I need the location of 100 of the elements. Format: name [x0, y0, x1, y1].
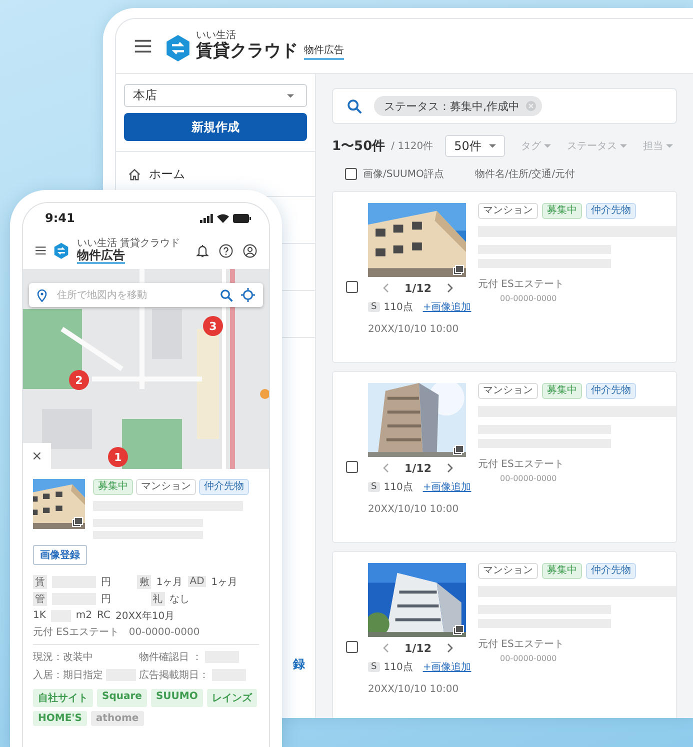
gallery-icon — [453, 445, 464, 455]
store-select[interactable]: 本店 — [124, 84, 307, 107]
rent-label: 賃 — [33, 574, 47, 588]
checkbox[interactable] — [346, 281, 358, 293]
add-image-link[interactable]: +画像追加 — [422, 480, 472, 494]
tag: 仲介先物 — [199, 479, 249, 495]
search-icon[interactable] — [347, 98, 362, 114]
product-name: 物件広告 — [76, 248, 125, 264]
chevron-right-icon[interactable] — [447, 643, 454, 653]
caret-icon — [666, 144, 674, 148]
deposit-value: 1ヶ月 — [156, 576, 183, 588]
tag: マンション — [478, 203, 538, 219]
unit: 円 — [101, 592, 111, 606]
caret-icon — [287, 94, 294, 98]
page-counter: 1/12 — [404, 282, 432, 294]
logo-icon — [166, 35, 190, 62]
field-label: 物件確認日 ： — [139, 650, 202, 664]
page-counter: 1/12 — [404, 462, 432, 474]
home-icon — [128, 168, 141, 180]
image-register-button[interactable]: 画像登録 — [33, 545, 87, 565]
search-icon[interactable] — [220, 288, 233, 302]
result-range: 1〜50件 — [332, 138, 386, 155]
close-button[interactable]: × — [23, 443, 51, 469]
agent-phone: 00-0000-0000 — [500, 474, 558, 483]
condition: 現況：改装中 — [33, 650, 93, 664]
ad-label: AD — [188, 576, 206, 587]
locate-icon[interactable] — [241, 288, 255, 302]
key-money-label: 礼 — [150, 592, 165, 606]
caret-icon — [544, 144, 552, 148]
map-search-field[interactable]: 住所で地図内を移動 — [29, 283, 263, 307]
select-all-checkbox[interactable] — [345, 168, 357, 180]
tag: 募集中 — [93, 479, 133, 495]
add-image-link[interactable]: +画像追加 — [422, 660, 472, 674]
gallery-icon — [453, 265, 464, 275]
search-input[interactable]: 住所で地図内を移動 — [55, 288, 212, 302]
chevron-right-icon[interactable] — [447, 463, 454, 473]
checkbox[interactable] — [346, 641, 358, 653]
management-label: 管 — [33, 592, 47, 606]
chevron-right-icon[interactable] — [447, 283, 454, 293]
signal-icon — [200, 214, 213, 222]
agent-phone: 00-0000-0000 — [500, 654, 558, 663]
unit: 円 — [101, 576, 111, 588]
filter-chip[interactable]: ステータス：募集中,作成中 — [374, 96, 542, 116]
result-total: / 1120件 — [391, 140, 434, 153]
portal-tag[interactable]: レインズ — [206, 689, 257, 707]
field-label: 広告掲載期日： — [139, 668, 209, 682]
status-time: 9:41 — [45, 211, 75, 225]
add-image-link[interactable]: +画像追加 — [422, 300, 472, 314]
portal-tag[interactable]: Square — [97, 689, 147, 707]
tag: マンション — [478, 563, 538, 579]
agent-phone: 00-0000-0000 — [128, 626, 200, 638]
caret-icon — [489, 144, 496, 148]
score-grade: S — [368, 662, 380, 672]
score: 110点 — [384, 660, 413, 674]
score-grade: S — [368, 482, 380, 492]
help-icon[interactable] — [219, 244, 233, 258]
portal-tag[interactable]: 自社サイト — [33, 689, 93, 707]
checkbox[interactable] — [346, 461, 358, 473]
agent-name: 元付 ESエステート — [478, 278, 565, 291]
brand-subtitle: いい生活 — [196, 30, 237, 42]
agent-name: 元付 ESエステート — [478, 458, 565, 471]
gallery-icon — [453, 625, 464, 635]
deposit-label: 敷 — [137, 574, 152, 588]
date: 20XX/10/10 10:00 — [368, 684, 460, 695]
score: 110点 — [384, 300, 413, 314]
caret-icon — [620, 144, 628, 148]
ad-value: 1ヶ月 — [211, 576, 238, 588]
column-header: 物件名/住所/交通/元付 — [475, 168, 576, 181]
brand-name: 賃貸クラウド — [196, 42, 298, 62]
menu-icon[interactable] — [35, 245, 46, 257]
per-page-select[interactable]: 50件 — [445, 135, 506, 157]
column-header: 画像/SUUMO評点 — [363, 168, 445, 181]
product-name: 物件広告 — [304, 42, 344, 60]
search-field[interactable]: ステータス：募集中,作成中 — [332, 88, 677, 124]
sidebar-link[interactable]: 録 — [293, 656, 305, 673]
tag: 仲介先物 — [586, 563, 636, 579]
battery-icon — [233, 214, 251, 222]
portal-tag[interactable]: HOME'S — [33, 711, 87, 726]
built-date: 20XX年10月 — [115, 610, 175, 622]
area-unit: m2 — [76, 610, 92, 621]
tag: 募集中 — [542, 563, 582, 579]
location-pin-icon — [37, 288, 47, 302]
bell-icon[interactable] — [196, 244, 209, 258]
tag: マンション — [478, 383, 538, 399]
agent-phone: 00-0000-0000 — [500, 294, 558, 303]
brand-subtitle: いい生活 賃貸クラウド — [76, 238, 180, 249]
date: 20XX/10/10 10:00 — [368, 324, 460, 335]
score-grade: S — [368, 302, 380, 312]
new-button[interactable]: 新規作成 — [124, 113, 307, 141]
move-in: 入居：期日指定 — [33, 668, 103, 682]
portal-tag[interactable]: SUUMO — [150, 689, 203, 707]
agent-name: 元付 ESエステート — [478, 638, 565, 651]
layout: 1K — [33, 610, 46, 621]
tag: 募集中 — [542, 203, 582, 219]
tag: 募集中 — [542, 383, 582, 399]
user-icon[interactable] — [243, 244, 257, 258]
key-money-value: なし — [170, 592, 190, 606]
agent-name: 元付 ESエステート — [33, 626, 119, 639]
menu-icon[interactable] — [134, 38, 152, 54]
date: 20XX/10/10 10:00 — [368, 504, 460, 515]
